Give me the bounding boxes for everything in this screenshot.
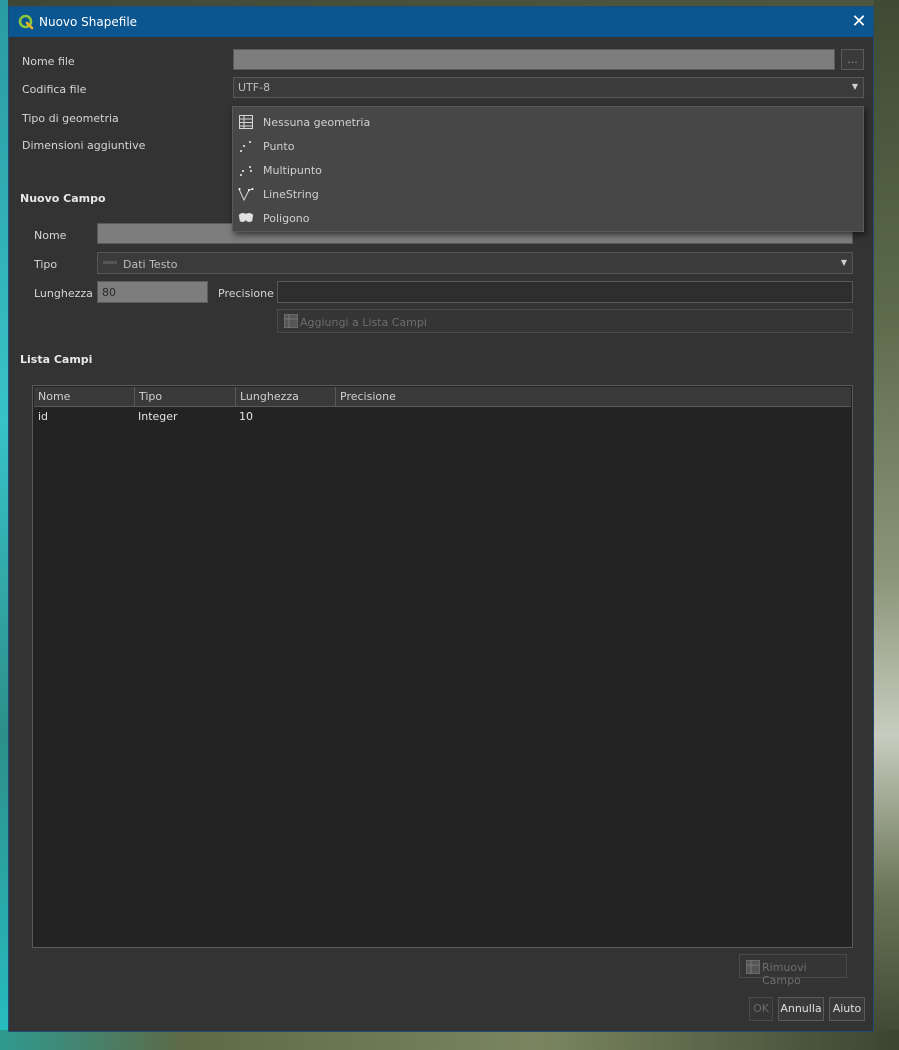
filename-input[interactable]: [233, 49, 835, 70]
precision-label: Precisione: [218, 287, 274, 300]
geometry-option-linestring[interactable]: LineString: [233, 182, 863, 206]
background-map-bottom: [0, 1030, 899, 1050]
titlebar: Nuovo Shapefile ✕: [9, 7, 873, 37]
column-header-precision[interactable]: Precisione: [336, 387, 851, 406]
geometry-option-label: Punto: [263, 140, 295, 153]
geometry-option-label: Nessuna geometria: [263, 116, 371, 129]
field-type-combo[interactable]: Dati Testo ▼: [97, 252, 853, 274]
geometry-option-label: Multipunto: [263, 164, 322, 177]
field-name-label: Nome: [34, 229, 67, 242]
background-map-right: [874, 0, 899, 1050]
add-field-icon: [284, 314, 298, 328]
window-title: Nuovo Shapefile: [39, 15, 138, 29]
cell-type: Integer: [138, 410, 178, 423]
extra-dimensions-label: Dimensioni aggiuntive: [22, 139, 146, 152]
add-to-field-list-label: Aggiungi a Lista Campi: [300, 316, 427, 329]
cell-name: id: [38, 410, 49, 423]
background-map-left: [0, 0, 8, 1050]
ok-button[interactable]: OK: [749, 997, 773, 1021]
encoding-value: UTF-8: [238, 81, 271, 94]
geometry-option-point[interactable]: Punto: [233, 134, 863, 158]
filename-label: Nome file: [22, 55, 75, 68]
field-list-table[interactable]: Nome Tipo Lunghezza Precisione id Intege…: [32, 385, 853, 948]
column-header-type[interactable]: Tipo: [135, 387, 236, 406]
add-to-field-list-button[interactable]: Aggiungi a Lista Campi: [277, 309, 853, 333]
geometry-option-label: Poligono: [263, 212, 310, 225]
browse-button[interactable]: ...: [841, 49, 864, 70]
geometry-option-none[interactable]: Nessuna geometria: [233, 110, 863, 134]
remove-field-button[interactable]: Rimuovi Campo: [739, 954, 847, 987]
column-header-length[interactable]: Lunghezza: [236, 387, 336, 406]
cancel-button[interactable]: Annulla: [778, 997, 824, 1021]
geometry-option-multipoint[interactable]: Multipunto: [233, 158, 863, 182]
encoding-label: Codifica file: [22, 83, 87, 96]
field-list-section-title: Lista Campi: [20, 353, 93, 366]
remove-field-label: Rimuovi Campo: [762, 961, 807, 987]
encoding-combo[interactable]: UTF-8 ▼: [233, 77, 864, 98]
linestring-icon: [238, 188, 254, 202]
polygon-icon: [238, 212, 254, 223]
length-label: Lunghezza: [34, 287, 93, 300]
field-type-label: Tipo: [34, 258, 58, 271]
text-type-icon: [103, 261, 117, 264]
close-button[interactable]: ✕: [847, 10, 871, 34]
geometry-type-dropdown[interactable]: Nessuna geometria Punto Multipunto LineS…: [232, 106, 864, 232]
table-row[interactable]: id Integer 10: [34, 407, 851, 425]
precision-input[interactable]: [277, 281, 853, 303]
point-icon: [239, 140, 252, 153]
field-type-value: Dati Testo: [123, 258, 178, 271]
new-field-section-title: Nuovo Campo: [20, 192, 106, 205]
cell-length: 10: [239, 410, 253, 423]
chevron-down-icon: ▼: [851, 82, 858, 91]
table-header: Nome Tipo Lunghezza Precisione: [34, 387, 851, 407]
help-button[interactable]: Aiuto: [829, 997, 865, 1021]
geometry-option-label: LineString: [263, 188, 319, 201]
qgis-icon: [18, 14, 34, 30]
remove-field-icon: [746, 960, 760, 974]
multipoint-icon: [239, 165, 253, 177]
geometry-option-polygon[interactable]: Poligono: [233, 206, 863, 230]
geometry-type-label: Tipo di geometria: [22, 112, 119, 125]
length-input[interactable]: 80: [97, 281, 208, 303]
column-header-name[interactable]: Nome: [34, 387, 135, 406]
table-icon: [239, 115, 253, 129]
chevron-down-icon: ▼: [840, 258, 847, 267]
